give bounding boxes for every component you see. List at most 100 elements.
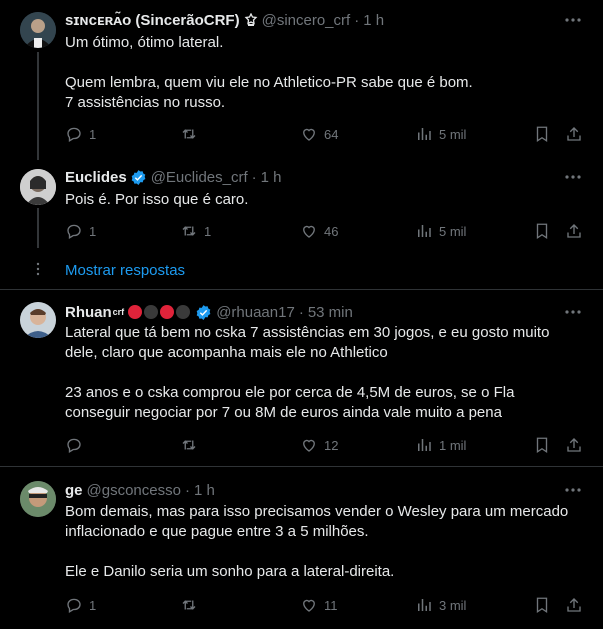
- timestamp[interactable]: 53 min: [308, 304, 353, 321]
- reply-button[interactable]: [65, 435, 89, 455]
- action-bar: 1 64 5 mil: [65, 124, 585, 144]
- bookmark-icon: [536, 597, 548, 614]
- avatar[interactable]: [20, 12, 56, 48]
- views-icon: [418, 128, 431, 140]
- reply-button[interactable]: 1: [65, 221, 96, 241]
- views-button[interactable]: 5 mil: [415, 124, 466, 144]
- like-icon: [303, 439, 315, 452]
- dot-separator: ·: [354, 11, 360, 29]
- reply-icon: [67, 598, 81, 613]
- reply-button[interactable]: 1: [65, 124, 96, 144]
- name-emoji-decoration: [128, 305, 192, 319]
- reply-icon: [67, 438, 81, 453]
- badge-icon: [244, 13, 258, 27]
- action-bar: 12 1 mil: [65, 435, 585, 455]
- tweet-text: Um ótimo, ótimo lateral. Quem lembra, qu…: [65, 34, 473, 111]
- dot-separator: ·: [184, 481, 190, 499]
- like-icon: [303, 599, 315, 612]
- share-icon: [567, 224, 581, 238]
- verified-icon: [131, 169, 146, 185]
- like-button[interactable]: 46: [300, 221, 338, 241]
- like-icon: [303, 225, 315, 238]
- retweet-button[interactable]: 1: [180, 221, 211, 241]
- author-name[interactable]: ge: [65, 482, 83, 499]
- author-name[interactable]: Euclides: [65, 169, 127, 186]
- author-handle[interactable]: @gsconcesso: [87, 482, 181, 499]
- tweet-header: Euclides @Euclides_crf · 1 h: [65, 167, 563, 187]
- retweet-button[interactable]: [180, 124, 204, 144]
- like-button[interactable]: 64: [300, 124, 338, 144]
- more-icon[interactable]: [563, 480, 583, 500]
- avatar[interactable]: [20, 481, 56, 517]
- share-button[interactable]: [565, 221, 583, 241]
- share-icon: [567, 127, 581, 141]
- reply-count: 1: [89, 223, 97, 239]
- bookmark-icon: [536, 126, 548, 143]
- reply-count: 1: [89, 126, 97, 142]
- tweet[interactable]: Euclides @Euclides_crf · 1 h Pois é. Por…: [0, 160, 603, 248]
- timestamp[interactable]: 1 h: [261, 169, 282, 186]
- share-button[interactable]: [565, 124, 583, 144]
- reply-button[interactable]: 1: [65, 595, 96, 615]
- tweet-header: ѕɪɴᴄᴇʀᴀ̃ᴏ (SincerãoCRF) @sincero_crf · 1…: [65, 10, 563, 30]
- author-handle[interactable]: @sincero_crf: [262, 12, 351, 29]
- retweet-icon: [182, 440, 196, 450]
- action-bar: 1 1 46 5 mil: [65, 221, 585, 241]
- author-handle[interactable]: @Euclides_crf: [151, 169, 248, 186]
- retweet-button[interactable]: [180, 595, 204, 615]
- retweet-icon: [182, 129, 196, 139]
- views-icon: [418, 225, 431, 237]
- show-replies-link[interactable]: Mostrar respostas: [65, 262, 185, 279]
- views-button[interactable]: 5 mil: [415, 221, 466, 241]
- more-replies-dots: [36, 262, 40, 276]
- bookmark-button[interactable]: [533, 221, 551, 241]
- retweet-icon: [182, 600, 196, 610]
- author-handle[interactable]: @rhuaan17: [216, 304, 295, 321]
- share-icon: [567, 598, 581, 612]
- tweet-text: Bom demais, mas para isso precisamos ven…: [65, 503, 569, 580]
- reply-count: 1: [89, 597, 97, 613]
- tweet[interactable]: ge @gsconcesso · 1 h Bom demais, mas par…: [0, 467, 603, 629]
- share-button[interactable]: [565, 595, 583, 615]
- bookmark-button[interactable]: [533, 124, 551, 144]
- views-icon: [418, 599, 431, 611]
- like-button[interactable]: 12: [300, 435, 338, 455]
- more-icon[interactable]: [563, 167, 583, 187]
- bookmark-icon: [536, 223, 548, 240]
- author-name[interactable]: Rhuan: [65, 304, 112, 321]
- like-count: 64: [324, 126, 339, 142]
- share-button[interactable]: [565, 435, 583, 455]
- like-icon: [303, 128, 315, 141]
- reply-icon: [67, 127, 81, 142]
- verified-icon: [196, 304, 211, 320]
- tweet[interactable]: ѕɪɴᴄᴇʀᴀ̃ᴏ (SincerãoCRF) @sincero_crf · 1…: [0, 0, 603, 160]
- views-count: 3 mil: [439, 597, 467, 613]
- retweet-count: 1: [204, 223, 212, 239]
- more-icon[interactable]: [563, 10, 583, 30]
- like-count: 11: [324, 597, 338, 613]
- tweet-text: Pois é. Por isso que é caro.: [65, 191, 249, 208]
- tweet-header: Rhuan crf @rhuaan17 · 53 min: [65, 302, 563, 322]
- views-button[interactable]: 3 mil: [415, 595, 466, 615]
- avatar[interactable]: [20, 169, 56, 205]
- tweet-text: Lateral que tá bem no cska 7 assistência…: [65, 324, 550, 421]
- views-count: 5 mil: [439, 126, 467, 142]
- like-button[interactable]: 11: [300, 595, 338, 615]
- retweet-icon: [182, 226, 196, 236]
- bookmark-button[interactable]: [533, 595, 551, 615]
- timestamp[interactable]: 1 h: [194, 482, 215, 499]
- views-count: 1 mil: [439, 437, 467, 453]
- bookmark-icon: [536, 437, 548, 454]
- tweet[interactable]: Rhuan crf @rhuaan17 · 53 min Lateral que…: [0, 290, 603, 466]
- timestamp[interactable]: 1 h: [363, 12, 384, 29]
- avatar[interactable]: [20, 302, 56, 338]
- views-button[interactable]: 1 mil: [415, 435, 466, 455]
- bookmark-button[interactable]: [533, 435, 551, 455]
- thread-line: [37, 208, 39, 248]
- dot-separator: ·: [298, 303, 304, 321]
- retweet-button[interactable]: [180, 435, 204, 455]
- thread-line: [37, 52, 39, 160]
- more-icon[interactable]: [563, 302, 583, 322]
- views-count: 5 mil: [439, 223, 467, 239]
- author-name[interactable]: ѕɪɴᴄᴇʀᴀ̃ᴏ (SincerãoCRF): [65, 12, 240, 29]
